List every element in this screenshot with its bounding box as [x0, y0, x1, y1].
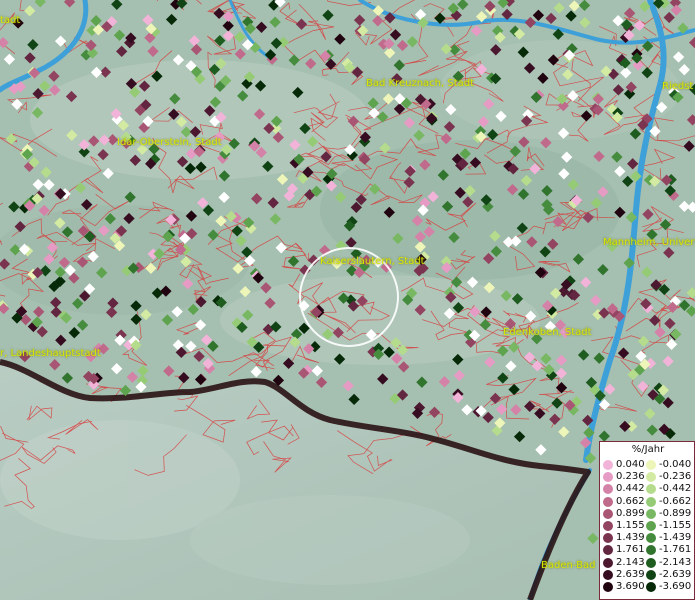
legend-negative-swatch	[646, 484, 656, 495]
legend-negative-value: -1.761	[659, 544, 692, 556]
legend-negative-value: -2.143	[659, 556, 692, 568]
city-label-kaiserslautern: Kaiserslautern, Stadt	[320, 256, 425, 267]
legend-negative-swatch	[646, 472, 656, 483]
city-label-bad-kreuznach: Bad Kreuznach, Stadt	[366, 78, 475, 89]
legend-negative-value: -3.690	[659, 581, 692, 592]
legend-positive-swatch	[603, 545, 613, 556]
legend-positive-value: 0.662	[616, 495, 645, 507]
legend-positive-swatch	[603, 582, 613, 592]
city-label-stadt: tadt	[0, 15, 21, 26]
legend-positive-swatch	[603, 472, 613, 483]
legend-positive-value: 1.761	[616, 544, 645, 556]
city-label-baden-baden: Baden-Bad	[541, 560, 596, 571]
legend-negative-swatch	[646, 533, 656, 544]
legend-title: %/Jahr	[631, 444, 665, 455]
legend-positive-value: 0.040	[616, 459, 645, 470]
legend-negative-swatch	[646, 508, 656, 519]
legend-positive-value: 0.899	[616, 507, 645, 519]
legend-negative-value: -0.662	[659, 495, 692, 507]
city-label-idar-oberstein: Idar-Oberstein, Stadt	[117, 137, 222, 148]
legend-negative-swatch	[646, 521, 656, 531]
city-label-edenkoben: Edenkoben, Stadt	[503, 327, 592, 338]
city-label-riedstadt: Riedst	[662, 81, 694, 92]
legend-negative-swatch	[646, 545, 656, 556]
legend-negative-value: -1.155	[659, 520, 692, 531]
legend-positive-swatch	[603, 521, 613, 531]
legend-negative-value: -0.899	[659, 507, 692, 519]
legend-positive-swatch	[603, 557, 613, 568]
legend-positive-value: 2.143	[616, 556, 645, 568]
legend-negative-swatch	[646, 557, 656, 568]
legend-negative-value: -1.439	[659, 532, 692, 544]
legend-negative-value: -0.040	[659, 459, 692, 470]
legend-positive-value: 0.236	[616, 471, 645, 483]
legend-positive-value: 1.439	[616, 532, 645, 544]
legend-negative-value: -0.442	[659, 483, 692, 495]
legend-negative-swatch	[646, 569, 656, 580]
legend-negative-value: -0.236	[659, 471, 692, 483]
legend-negative-value: -2.639	[659, 568, 692, 580]
legend-positive-value: 0.442	[616, 483, 645, 495]
legend-negative-swatch	[646, 496, 656, 507]
legend-negative-swatch	[646, 582, 656, 592]
legend: %/Jahr 0.040 0.236 0.442 0.662 0.899 1.155 1.4…	[599, 441, 695, 600]
legend-positive-value: 3.690	[616, 581, 645, 592]
legend-positive-swatch	[603, 533, 613, 544]
legend-positive-swatch	[603, 484, 613, 495]
legend-positive-value: 2.639	[616, 568, 645, 580]
legend-positive-value: 1.155	[616, 520, 645, 531]
legend-negative-swatch	[646, 460, 656, 470]
city-label-mannheim: Mannheim, Univers	[603, 237, 695, 248]
map-canvas[interactable]	[0, 0, 695, 600]
legend-positive-swatch	[603, 496, 613, 507]
legend-positive-swatch	[603, 460, 613, 470]
legend-positive-swatch	[603, 569, 613, 580]
city-label-landeshauptstadt: r, Landeshauptstadt	[0, 348, 101, 359]
legend-positive-swatch	[603, 508, 613, 519]
